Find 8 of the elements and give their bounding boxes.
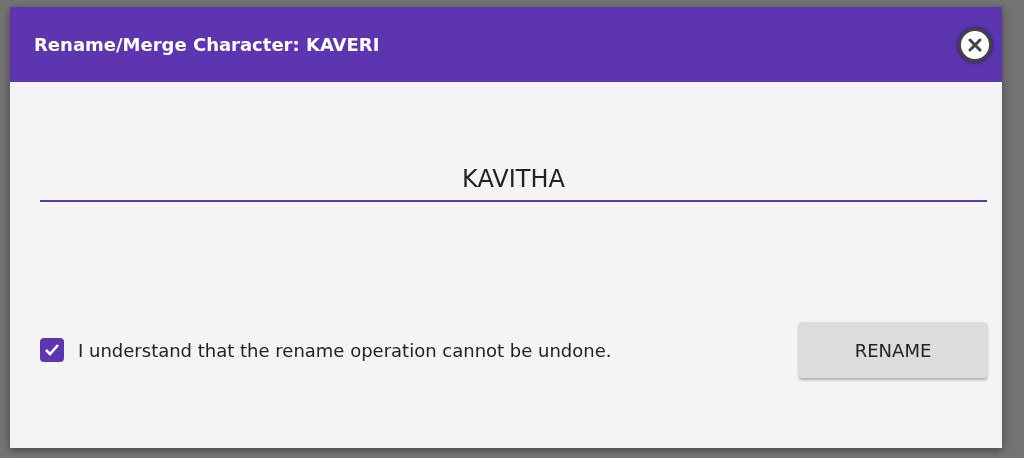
close-icon [968,37,982,52]
rename-button[interactable]: RENAME [799,322,987,378]
dialog-title: Rename/Merge Character: KAVERI [34,34,380,55]
checkmark-icon [44,343,60,357]
confirm-checkbox[interactable] [40,338,64,362]
close-button[interactable] [958,27,992,62]
name-input-field[interactable]: KAVITHA [40,158,987,202]
confirm-label: I understand that the rename operation cannot be undone. [78,339,612,361]
